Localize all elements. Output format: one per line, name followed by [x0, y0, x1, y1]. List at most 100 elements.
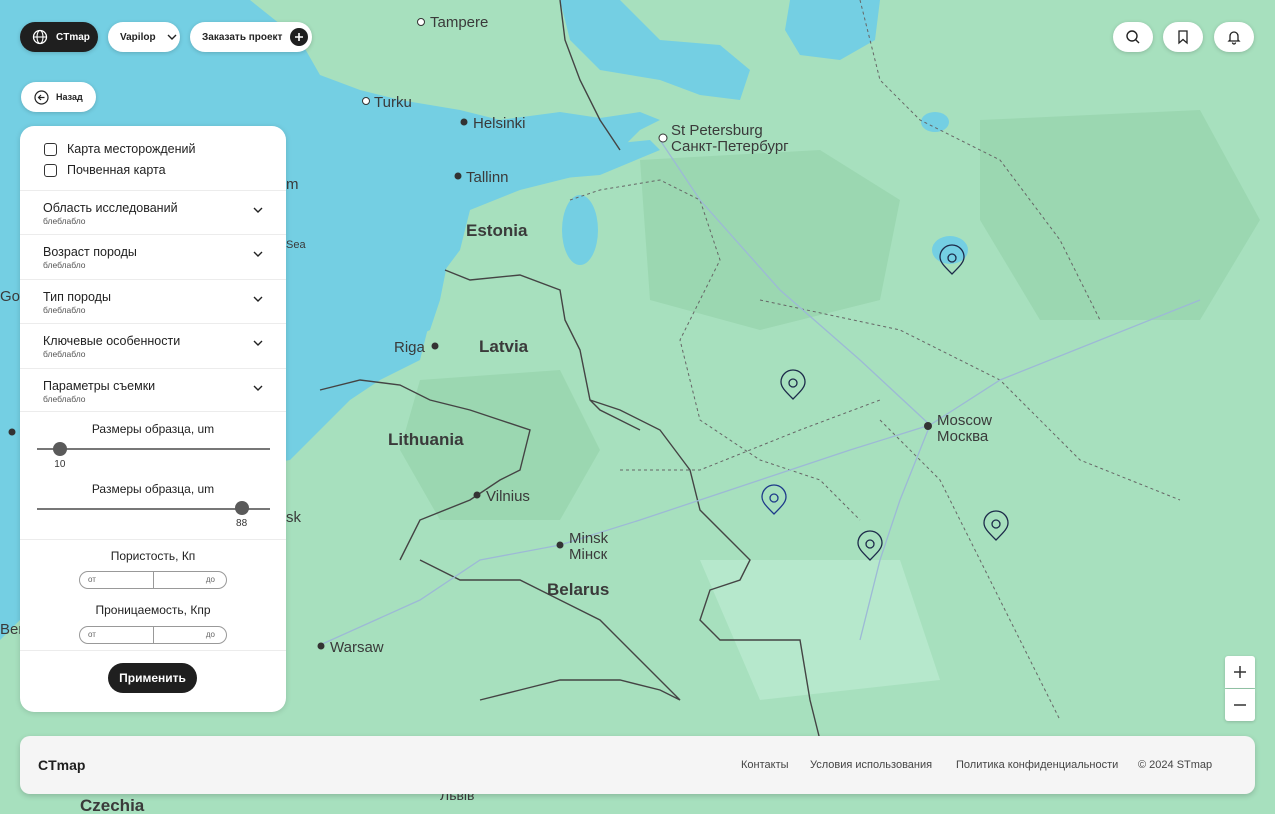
map-label-lithuania: Lithuania — [388, 430, 464, 449]
footer-brand[interactable]: CTmap — [38, 757, 85, 773]
map-label-moscow-en: Moscow — [937, 412, 992, 429]
footer-link-contacts[interactable]: Контакты — [741, 759, 789, 771]
range-divider — [153, 572, 154, 588]
app-button[interactable]: CTmap — [20, 22, 98, 52]
map-label-minsk-ru: Мінск — [569, 546, 608, 563]
permeability-title: Проницаемость, Кпр — [95, 603, 211, 617]
search-icon — [1126, 30, 1140, 44]
slider-handle[interactable] — [235, 501, 250, 515]
permeability-range-input[interactable]: от до — [79, 626, 227, 644]
accordion-subtitle: блеблабло — [43, 349, 86, 359]
city-dot-helsinki — [460, 118, 468, 126]
zoom-in-button[interactable] — [1225, 656, 1255, 688]
divider — [20, 539, 286, 540]
accordion-subtitle: блеблабло — [43, 305, 86, 315]
map-label-czechia: Czechia — [80, 796, 145, 814]
range-to-input[interactable]: до — [206, 575, 215, 584]
map-label-partial-go: Go — [0, 288, 20, 305]
map-label-st-petersburg-ru: Санкт-Петербург — [671, 138, 789, 155]
footer-copyright: © 2024 STmap — [1138, 759, 1213, 771]
bell-icon — [1227, 31, 1241, 45]
order-project-button[interactable]: Заказать проект — [190, 22, 312, 52]
accordion-title: Область исследований — [43, 201, 178, 215]
checkbox-box[interactable] — [44, 163, 57, 177]
porosity-range-input[interactable]: от до — [79, 571, 227, 589]
map-label-minsk-en: Minsk — [569, 530, 609, 547]
accordion-title: Тип породы — [43, 290, 111, 304]
footer-link-terms[interactable]: Условия использования — [810, 759, 932, 771]
range-from-input[interactable]: от — [88, 630, 96, 639]
accordion-rock-type[interactable]: Тип породы блеблабло — [20, 279, 286, 323]
search-button[interactable] — [1113, 22, 1153, 52]
city-dot-tallinn — [454, 172, 462, 180]
checkbox-label: Почвенная карта — [67, 163, 166, 177]
zoom-out-button[interactable] — [1225, 689, 1255, 721]
slider-title: Размеры образца, um — [91, 482, 215, 496]
divider — [20, 650, 286, 651]
accordion-title: Возраст породы — [43, 245, 137, 259]
city-dot-warsaw — [317, 642, 325, 650]
accordion-key-features[interactable]: Ключевые особенности блеблабло — [20, 323, 286, 367]
plus-icon — [1234, 666, 1246, 678]
map-label-partial-sk: sk — [286, 509, 302, 526]
bookmark-button[interactable] — [1163, 22, 1203, 52]
map-label-belarus: Belarus — [547, 580, 609, 599]
chevron-down-icon — [253, 340, 263, 346]
accordion-subtitle: блеблабло — [43, 260, 86, 270]
map-label-moscow-ru: Москва — [937, 428, 989, 445]
notifications-button[interactable] — [1214, 22, 1254, 52]
map-label-vilnius: Vilnius — [486, 488, 530, 505]
map-label-st-petersburg-en: St Petersburg — [671, 122, 763, 139]
map-label-latvia: Latvia — [479, 337, 529, 356]
footer-link-privacy[interactable]: Политика конфиденциальности — [956, 759, 1118, 771]
arrow-left-icon — [34, 89, 49, 105]
accordion-subtitle: блеблабло — [43, 216, 86, 226]
user-dropdown-label: Vapilop — [120, 31, 156, 43]
accordion-research-area[interactable]: Область исследований блеблабло — [20, 190, 286, 234]
minus-icon — [1234, 704, 1246, 706]
checkbox-label: Карта месторождений — [67, 142, 196, 156]
city-dot-west — [8, 428, 16, 436]
city-dot-minsk — [556, 541, 564, 549]
porosity-title: Пористость, Кп — [110, 549, 196, 563]
user-dropdown[interactable]: Vapilop — [108, 22, 180, 52]
map-label-partial-m: m — [286, 176, 299, 193]
map-label-estonia: Estonia — [466, 221, 528, 240]
city-dot-turku — [362, 97, 370, 105]
filter-panel: Карта месторождений Почвенная карта Обла… — [20, 126, 286, 712]
map-label-riga: Riga — [394, 339, 426, 356]
city-dot-moscow — [924, 422, 932, 430]
chevron-down-icon — [167, 34, 177, 40]
chevron-down-icon — [253, 251, 263, 257]
slider-value: 10 — [54, 459, 66, 470]
back-button-label: Назад — [56, 92, 83, 102]
checkbox-box[interactable] — [44, 142, 57, 156]
apply-button[interactable]: Применить — [108, 663, 197, 693]
range-from-input[interactable]: от — [88, 575, 96, 584]
checkbox-soil-map[interactable]: Почвенная карта — [44, 163, 166, 177]
map-label-helsinki: Helsinki — [473, 115, 526, 132]
slider-title: Размеры образца, um — [91, 422, 215, 436]
chevron-down-icon — [253, 207, 263, 213]
checkbox-deposits-map[interactable]: Карта месторождений — [44, 142, 196, 156]
accordion-rock-age[interactable]: Возраст породы блеблабло — [20, 234, 286, 278]
map-label-turku: Turku — [374, 94, 412, 111]
slider-handle[interactable] — [53, 442, 68, 456]
slider-value: 88 — [236, 518, 248, 529]
plus-icon — [290, 28, 309, 46]
map-label-warsaw: Warsaw — [330, 639, 384, 656]
range-to-input[interactable]: до — [206, 630, 215, 639]
sample-size-slider[interactable] — [37, 448, 270, 450]
order-project-label: Заказать проект — [202, 31, 283, 43]
back-button[interactable]: Назад — [21, 82, 96, 112]
globe-icon — [32, 29, 48, 45]
app-button-label: CTmap — [56, 31, 90, 43]
city-dot-st-petersburg — [658, 133, 668, 143]
map-label-tallinn: Tallinn — [466, 169, 509, 186]
accordion-subtitle: блеблабло — [43, 394, 86, 404]
city-dot-riga — [431, 342, 439, 350]
chevron-down-icon — [253, 385, 263, 391]
accordion-survey-params[interactable]: Параметры съемки блеблабло — [20, 368, 286, 412]
map-label-tampere: Tampere — [430, 14, 488, 31]
chevron-down-icon — [253, 296, 263, 302]
